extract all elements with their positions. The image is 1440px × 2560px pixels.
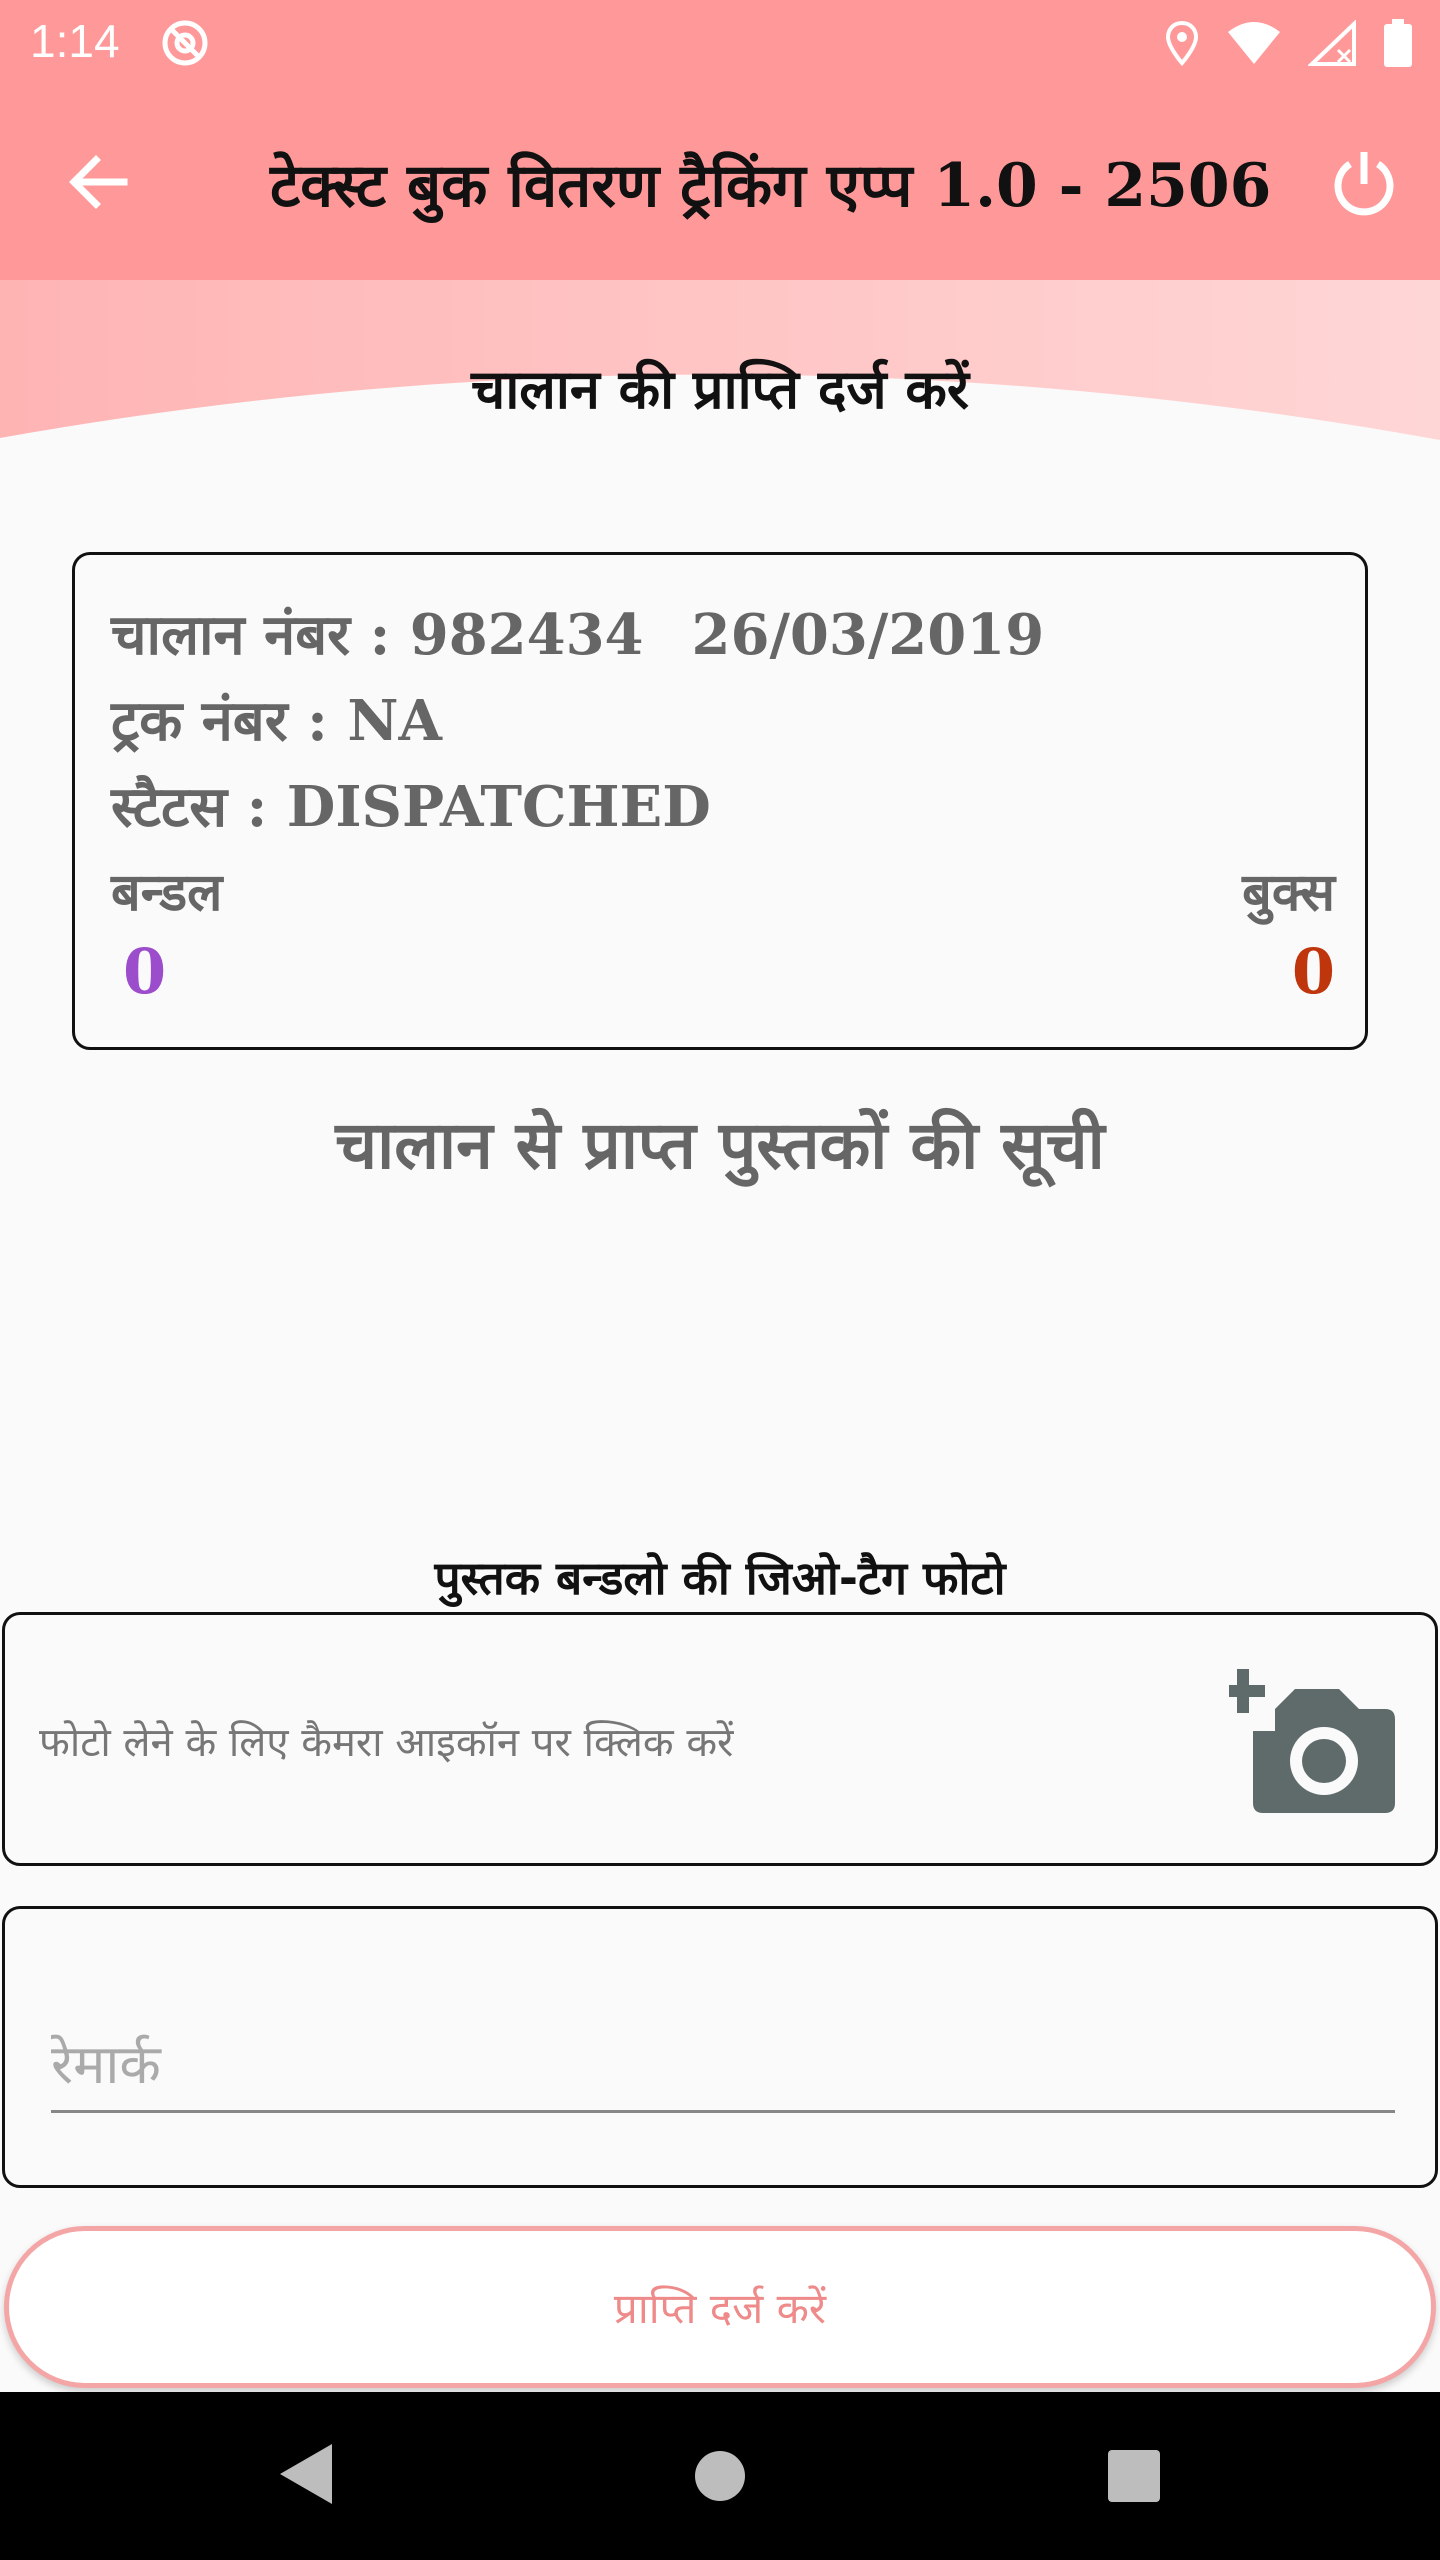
submit-receipt-button[interactable]: प्राप्ति दर्ज करें <box>4 2226 1436 2388</box>
challan-number: चालान नंबर : 982434 <box>111 602 644 668</box>
challan-status: स्टैटस : DISPATCHED <box>111 774 711 840</box>
challan-number-row: चालान नंबर : 982434 26/03/2019 <box>111 595 1044 671</box>
photo-hint: फोटो लेने के लिए कैमरा आइकॉन पर क्लिक कर… <box>39 1720 734 1766</box>
truck-number: ट्रक नंबर : NA <box>111 688 442 754</box>
photo-capture-box: फोटो लेने के लिए कैमरा आइकॉन पर क्लिक कर… <box>2 1612 1438 1866</box>
photo-section-heading: पुस्तक बन्डलो की जिओ-टैग फोटो <box>434 1551 1006 1605</box>
app-bar: टेक्स्ट बुक वितरण ट्रैकिंग एप्प 1.0 - 25… <box>0 84 1440 280</box>
battery-icon <box>1384 19 1412 67</box>
nav-recents-icon[interactable] <box>1108 2450 1160 2502</box>
book-list-title: चालान से प्राप्त पुस्तकों की सूची <box>335 1107 1105 1184</box>
status-icons <box>1164 18 1412 68</box>
app-title: टेक्स्ट बुक वितरण ट्रैकिंग एप्प 1.0 - 25… <box>270 151 1272 221</box>
status-time: 1:14 <box>30 15 120 67</box>
do-not-disturb-icon <box>162 20 208 66</box>
challan-date: 26/03/2019 <box>691 602 1045 668</box>
bundle-label: बन्डल <box>111 863 223 923</box>
page-title: चालान की प्राप्ति दर्ज करें <box>471 358 969 421</box>
nav-home-icon[interactable] <box>694 2450 746 2502</box>
power-icon[interactable] <box>1324 144 1404 224</box>
location-icon <box>1165 20 1199 67</box>
header-band: चालान की प्राप्ति दर्ज करें <box>0 280 1440 480</box>
add-camera-icon[interactable] <box>1229 1661 1399 1817</box>
books-label: बुक्स <box>1242 863 1335 923</box>
bundle-count: 0 <box>123 935 167 1008</box>
signal-icon <box>1308 20 1356 66</box>
status-bar: 1:14 <box>0 0 1440 84</box>
nav-back-icon[interactable] <box>270 2436 346 2512</box>
navigation-bar <box>0 2392 1440 2560</box>
remark-input[interactable] <box>51 2019 1395 2113</box>
arrow-back-icon[interactable] <box>60 144 136 220</box>
wifi-icon <box>1228 22 1280 64</box>
challan-card: चालान नंबर : 982434 26/03/2019 ट्रक नंबर … <box>72 552 1368 1050</box>
remark-box <box>2 1906 1438 2188</box>
books-count: 0 <box>1291 935 1335 1008</box>
